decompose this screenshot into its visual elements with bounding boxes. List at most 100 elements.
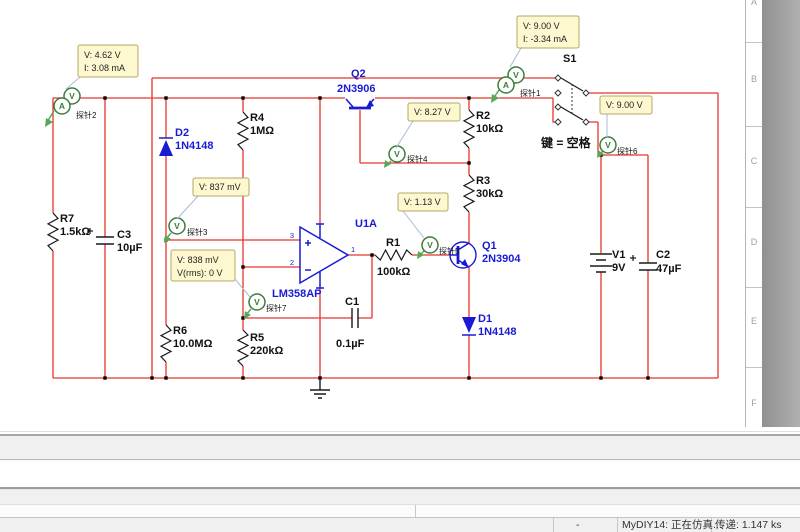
component-r2[interactable]: R2 10kΩ xyxy=(464,110,503,148)
probe2-name: 探针2 xyxy=(76,110,97,120)
component-r4[interactable]: R4 1MΩ xyxy=(238,112,274,150)
results-pane xyxy=(0,505,800,517)
component-d1[interactable]: D1 1N4148 xyxy=(462,313,517,338)
lower-pane xyxy=(0,490,800,504)
status-elapsed-time: 传递: 1.147 ks xyxy=(715,518,782,532)
d2-ref: D2 xyxy=(175,127,189,139)
svg-text:V: V xyxy=(513,70,519,80)
probe-4[interactable]: V 探针4 xyxy=(384,146,428,168)
r6-ref: R6 xyxy=(173,325,187,337)
r5-value: 220kΩ xyxy=(250,345,283,357)
d1-triangle xyxy=(462,317,476,333)
component-r3[interactable]: R3 30kΩ xyxy=(464,175,503,212)
pane-divider xyxy=(415,505,416,517)
s1-key-label: 键 = 空格 xyxy=(540,135,592,150)
opamp-pin2: 2 xyxy=(290,258,294,267)
svg-text:V: V xyxy=(174,221,180,231)
component-q2[interactable]: Q2 2N3906 xyxy=(337,68,376,108)
schematic-canvas[interactable]: R7 1.5kΩ C3 10µF R6 10.0MΩ D2 1N4 xyxy=(0,0,745,427)
q2-value: 2N3906 xyxy=(337,83,376,95)
r4-value: 1MΩ xyxy=(250,125,274,137)
d2-triangle xyxy=(159,140,173,156)
r4-ref: R4 xyxy=(250,112,265,124)
r1-value: 100kΩ xyxy=(377,266,410,278)
svg-text:V: 8.27 V: V: 8.27 V xyxy=(414,107,451,117)
r7-ref: R7 xyxy=(60,213,74,225)
d2-value: 1N4148 xyxy=(175,140,214,152)
probe3-name: 探针3 xyxy=(187,227,208,237)
probe-3[interactable]: V 探针3 xyxy=(164,218,208,243)
ground-symbol[interactable] xyxy=(310,378,330,398)
svg-text:V: V xyxy=(69,91,75,101)
svg-text:A: A xyxy=(503,80,509,90)
component-u1a-opamp[interactable]: 3 2 1 U1A LM358AP xyxy=(272,218,377,300)
svg-text:I: 3.08 mA: I: 3.08 mA xyxy=(84,63,125,73)
component-c1[interactable]: C1 0.1µF xyxy=(336,296,365,350)
probe1-name: 探针1 xyxy=(520,88,541,98)
sheet-row-label-b: B xyxy=(746,74,762,84)
q1-ref: Q1 xyxy=(482,240,497,252)
sheet-row-label-c: C xyxy=(746,156,762,166)
r3-value: 30kΩ xyxy=(476,188,503,200)
component-v1[interactable]: V1 9V xyxy=(590,249,626,274)
svg-text:V: 4.62 V: V: 4.62 V xyxy=(84,50,121,60)
status-placeholder: - xyxy=(576,518,580,532)
component-q1[interactable]: Q1 2N3904 xyxy=(450,240,521,268)
component-r7[interactable]: R7 1.5kΩ xyxy=(48,213,90,251)
schematic-svg[interactable]: R7 1.5kΩ C3 10µF R6 10.0MΩ D2 1N4 xyxy=(0,0,745,427)
opamp-pin1: 1 xyxy=(351,245,355,254)
d1-ref: D1 xyxy=(478,313,492,325)
svg-text:A: A xyxy=(59,101,65,111)
c2-ref: C2 xyxy=(656,249,670,261)
probe-label-4[interactable]: V: 8.27 V xyxy=(396,103,460,148)
component-s1-switch[interactable]: S1 键 = 空格 xyxy=(540,53,592,150)
q2-ref: Q2 xyxy=(351,68,366,80)
svg-text:V: V xyxy=(394,149,400,159)
svg-text:V: V xyxy=(254,297,260,307)
c3-value: 10µF xyxy=(117,242,143,254)
wires[interactable] xyxy=(53,78,718,378)
component-r5[interactable]: R5 220kΩ xyxy=(238,330,283,366)
svg-text:V: 838 mV: V: 838 mV xyxy=(177,255,219,265)
probe-label-6[interactable]: V: 9.00 V xyxy=(600,96,652,138)
spreadsheet-view-pane[interactable] xyxy=(0,462,800,487)
opamp-triangle xyxy=(300,227,348,283)
component-c2[interactable]: C2 47µF xyxy=(630,249,682,275)
v1-ref: V1 xyxy=(612,249,625,261)
probe-label-3[interactable]: V: 837 mV xyxy=(177,178,249,219)
status-separator xyxy=(617,518,618,532)
probe-label-5[interactable]: V: 1.13 V xyxy=(398,193,448,238)
status-simulation-state: MyDIY14: 正在仿真... xyxy=(622,518,722,532)
component-r6[interactable]: R6 10.0MΩ xyxy=(161,325,213,362)
probe-label-7[interactable]: V: 838 mV V(rms): 0 V xyxy=(171,250,250,297)
c1-ref: C1 xyxy=(345,296,359,308)
r2-value: 10kΩ xyxy=(476,123,503,135)
r2-ref: R2 xyxy=(476,110,490,122)
c3-ref: C3 xyxy=(117,229,131,241)
svg-text:V(rms): 0 V: V(rms): 0 V xyxy=(177,268,223,278)
component-d2[interactable]: D2 1N4148 xyxy=(159,127,214,156)
sheet-row-label-a: A xyxy=(746,0,762,7)
probe4-name: 探针4 xyxy=(407,154,428,164)
svg-text:V: 837 mV: V: 837 mV xyxy=(199,182,241,192)
v1-value: 9V xyxy=(612,262,626,274)
multisim-window: R7 1.5kΩ C3 10µF R6 10.0MΩ D2 1N4 xyxy=(0,0,800,532)
probe7-name: 探针7 xyxy=(266,303,287,313)
svg-text:V: V xyxy=(427,240,433,250)
probe-label-2[interactable]: V: 4.62 V I: 3.08 mA xyxy=(66,45,138,89)
sheet-row-label-d: D xyxy=(746,237,762,247)
c1-value: 0.1µF xyxy=(336,338,365,350)
sheet-row-label-e: E xyxy=(746,316,762,326)
r3-ref: R3 xyxy=(476,175,490,187)
d1-value: 1N4148 xyxy=(478,326,517,338)
c2-plus-icon xyxy=(630,255,636,261)
opamp-pin3: 3 xyxy=(290,231,294,240)
probe-5[interactable]: V 探针5 xyxy=(417,237,460,259)
u1a-value: LM358AP xyxy=(272,288,322,300)
s1-ref: S1 xyxy=(563,53,576,65)
component-c3[interactable]: C3 10µF xyxy=(87,228,143,254)
component-r1[interactable]: R1 100kΩ xyxy=(375,237,412,278)
r5-ref: R5 xyxy=(250,332,264,344)
svg-text:I: -3.34 mA: I: -3.34 mA xyxy=(523,34,567,44)
svg-text:V: V xyxy=(605,140,611,150)
